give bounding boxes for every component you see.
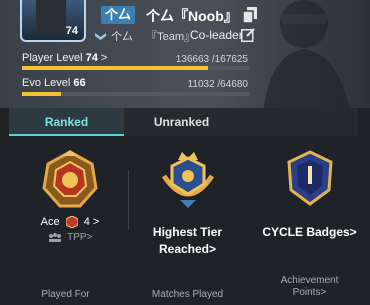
evo-level-label[interactable]: Evo Level 66 <box>22 77 86 89</box>
mode-tabs: Ranked Unranked <box>9 108 358 136</box>
evo-level-bar-fill <box>22 92 61 96</box>
tier-name: Ace <box>40 216 60 228</box>
player-name: 个厶『Noob』 <box>146 8 238 24</box>
tier-stars: 4 <box>83 216 90 228</box>
tier-star-icon <box>65 216 78 229</box>
squad-icon <box>48 232 61 242</box>
highest-tier-crown-badge-icon <box>161 152 214 208</box>
mode-selector[interactable]: TPP> <box>25 232 115 243</box>
evo-xp-value: 11032 /64680 <box>187 79 248 90</box>
current-tier-panel[interactable]: Ace 4 > TPP> <box>25 150 115 265</box>
achievement-points-label[interactable]: Achievement Points> <box>262 275 357 299</box>
player-level-value: 74 <box>85 52 98 64</box>
player-level-bar-fill <box>22 66 208 70</box>
edit-icon[interactable] <box>241 28 255 42</box>
avatar-level-badge: 74 <box>65 25 78 37</box>
player-avatar[interactable]: 74 <box>20 0 86 42</box>
played-for-label: Played For <box>41 289 90 300</box>
tab-unranked[interactable]: Unranked <box>124 108 239 136</box>
tab-ranked[interactable]: Ranked <box>9 108 124 136</box>
evo-level-value: 66 <box>73 77 86 89</box>
tier-summary: Ace 4 > <box>25 216 115 229</box>
highest-tier-panel[interactable]: Highest Tier Reached> <box>140 150 235 265</box>
panel-divider <box>128 170 129 230</box>
team-tag: 个厶 <box>111 31 134 43</box>
player-level-label[interactable]: Player Level 74 > <box>22 52 107 64</box>
team-row: 个厶 『Team』 <box>95 28 195 44</box>
player-level-arrow: > <box>100 52 108 64</box>
cycle-badge-icon <box>286 150 333 206</box>
mode-label: TPP> <box>67 232 93 244</box>
tier-arrow: > <box>92 216 100 228</box>
background-character-art <box>263 0 350 108</box>
team-rank-icon <box>95 32 106 40</box>
cycle-badges-panel[interactable]: CYCLE Badges> <box>262 150 357 265</box>
highest-tier-label: Highest Tier Reached> <box>152 225 223 256</box>
avatar-portrait <box>36 0 66 34</box>
copy-icon[interactable] <box>243 7 257 23</box>
player-level-bar <box>22 66 250 70</box>
ace-tier-badge-icon <box>42 150 98 208</box>
clan-tag-chip[interactable]: 个厶 <box>101 6 135 24</box>
team-name: 『Team』 <box>146 31 196 43</box>
matches-played-label: Matches Played <box>151 289 224 300</box>
team-role: Co-leader <box>190 28 243 42</box>
player-xp-value: 136663 /167625 <box>175 54 248 65</box>
evo-level-bar <box>22 92 250 96</box>
profile-header: 74 个厶 个厶『Noob』 个厶 『Team』 Co-leader Playe… <box>0 0 370 108</box>
cycle-badges-label: CYCLE Badges> <box>262 225 357 239</box>
